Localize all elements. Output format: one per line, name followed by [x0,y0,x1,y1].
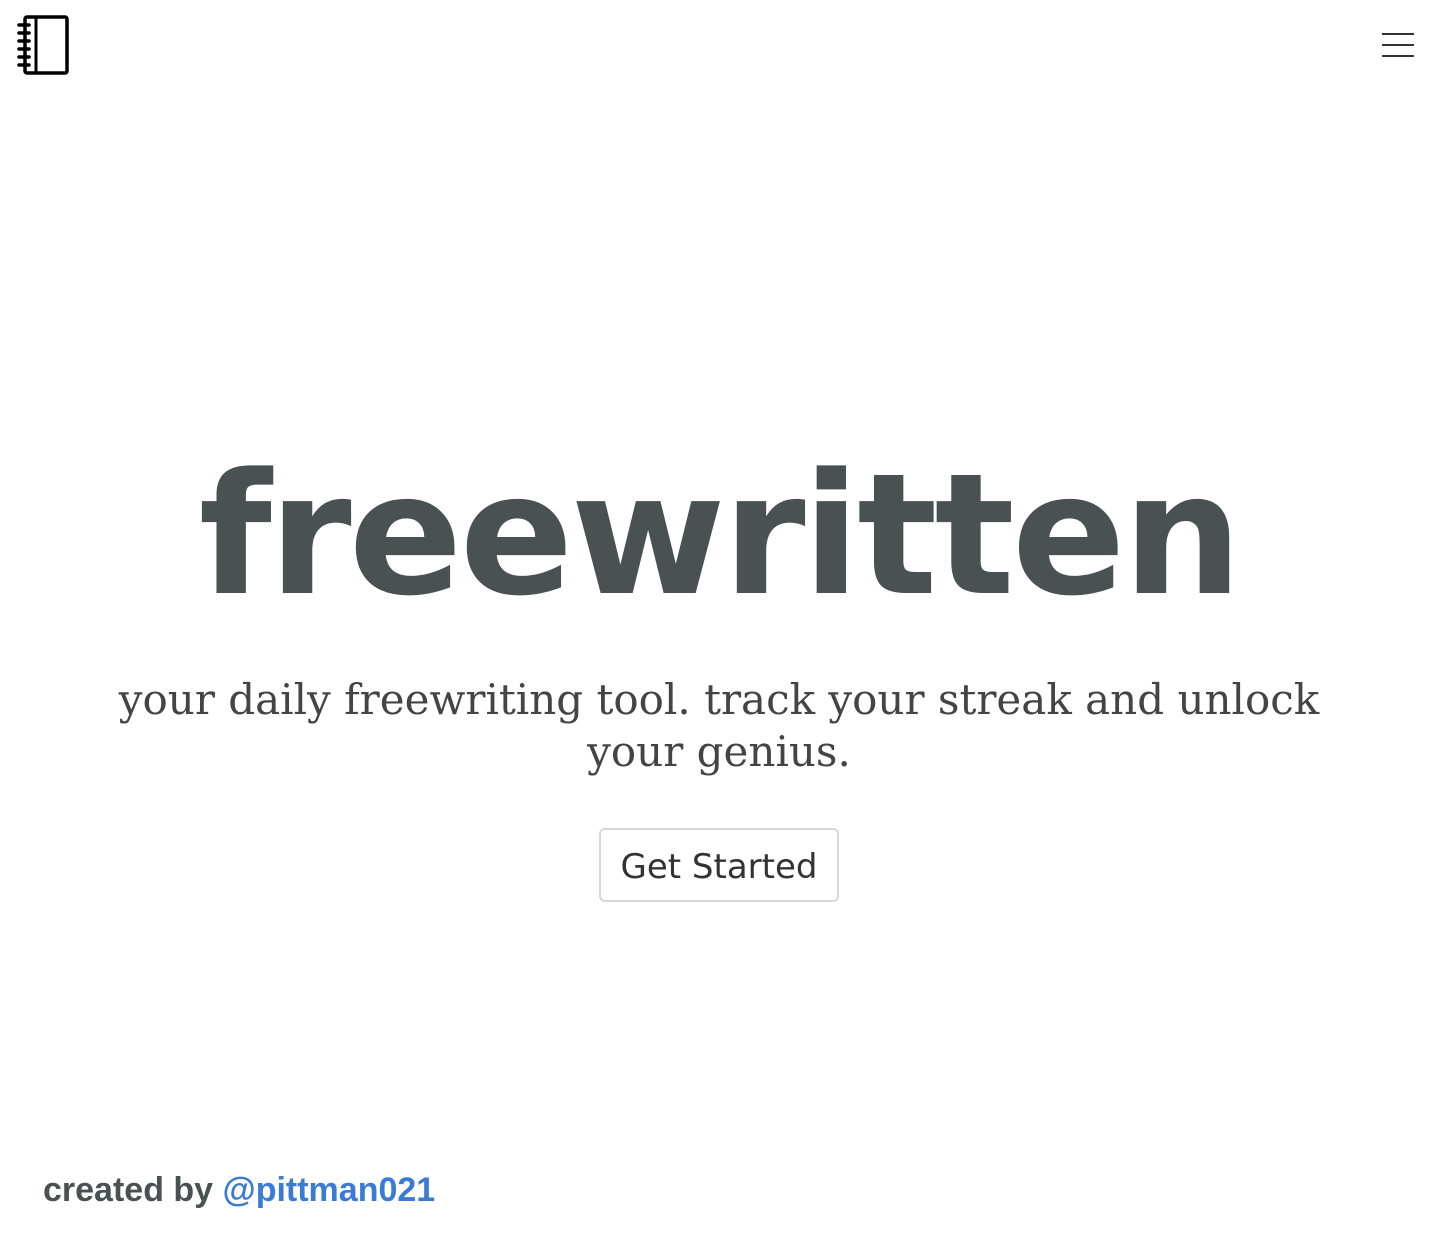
hero-section: freewritten your daily freewriting tool.… [0,440,1438,902]
tagline: your daily freewriting tool. track your … [118,675,1320,776]
notebook-icon[interactable] [16,14,72,76]
get-started-button[interactable]: Get Started [598,828,840,902]
author-link[interactable]: @pittman021 [223,1171,436,1209]
hamburger-menu-icon[interactable] [1376,26,1420,64]
credit-prefix: created by [43,1171,214,1209]
footer-credit: created by @pittman021 [43,1166,435,1214]
page-title: freewritten [198,437,1243,633]
